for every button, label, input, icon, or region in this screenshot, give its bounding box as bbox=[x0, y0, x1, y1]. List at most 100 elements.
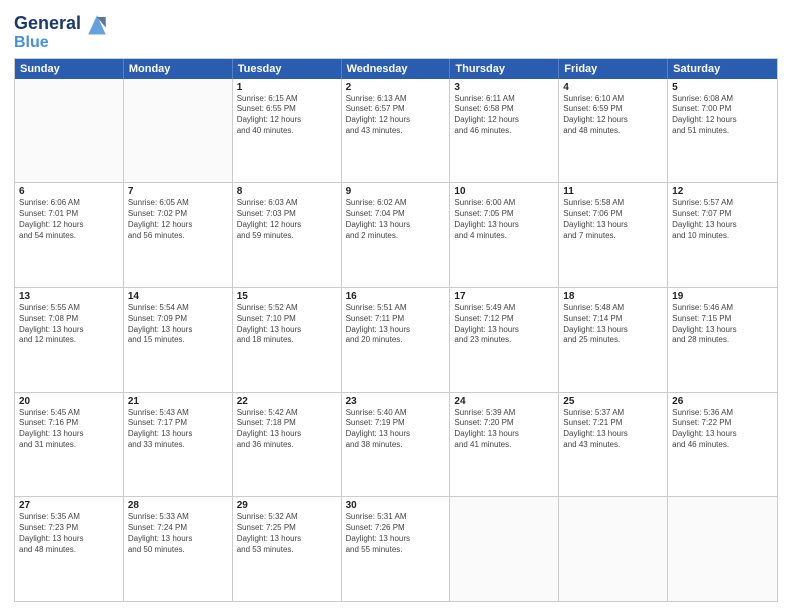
cell-line: and 48 minutes. bbox=[563, 126, 663, 137]
day-header-sunday: Sunday bbox=[15, 59, 124, 79]
cell-line: Sunrise: 6:10 AM bbox=[563, 94, 663, 105]
cell-line: Sunset: 6:59 PM bbox=[563, 104, 663, 115]
cell-line: and 59 minutes. bbox=[237, 231, 337, 242]
cell-line: and 56 minutes. bbox=[128, 231, 228, 242]
day-cell-2: 2Sunrise: 6:13 AMSunset: 6:57 PMDaylight… bbox=[342, 79, 451, 183]
cell-line: Daylight: 13 hours bbox=[672, 429, 773, 440]
cell-line: Daylight: 13 hours bbox=[128, 325, 228, 336]
cell-line: Sunset: 7:21 PM bbox=[563, 418, 663, 429]
cell-line: Sunset: 7:12 PM bbox=[454, 314, 554, 325]
cell-line: and 28 minutes. bbox=[672, 335, 773, 346]
day-number: 7 bbox=[128, 186, 228, 197]
day-header-friday: Friday bbox=[559, 59, 668, 79]
cell-line: Sunset: 7:01 PM bbox=[19, 209, 119, 220]
day-number: 12 bbox=[672, 186, 773, 197]
cell-line: and 36 minutes. bbox=[237, 440, 337, 451]
cell-line: and 50 minutes. bbox=[128, 545, 228, 556]
page: General Blue SundayMondayTuesdayWednesda… bbox=[0, 0, 792, 612]
cell-line: and 7 minutes. bbox=[563, 231, 663, 242]
cell-line: and 2 minutes. bbox=[346, 231, 446, 242]
day-number: 24 bbox=[454, 396, 554, 407]
cell-line: Sunrise: 5:57 AM bbox=[672, 198, 773, 209]
logo: General Blue bbox=[14, 10, 111, 52]
day-cell-7: 7Sunrise: 6:05 AMSunset: 7:02 PMDaylight… bbox=[124, 183, 233, 287]
day-cell-8: 8Sunrise: 6:03 AMSunset: 7:03 PMDaylight… bbox=[233, 183, 342, 287]
cell-line: Sunset: 7:00 PM bbox=[672, 104, 773, 115]
cell-line: Sunrise: 5:40 AM bbox=[346, 408, 446, 419]
day-cell-13: 13Sunrise: 5:55 AMSunset: 7:08 PMDayligh… bbox=[15, 288, 124, 392]
day-number: 8 bbox=[237, 186, 337, 197]
cell-line: Sunrise: 6:15 AM bbox=[237, 94, 337, 105]
day-cell-12: 12Sunrise: 5:57 AMSunset: 7:07 PMDayligh… bbox=[668, 183, 777, 287]
cell-line: Daylight: 13 hours bbox=[672, 220, 773, 231]
cell-line: Daylight: 13 hours bbox=[454, 325, 554, 336]
cell-line: Daylight: 13 hours bbox=[346, 220, 446, 231]
day-number: 28 bbox=[128, 500, 228, 511]
week-row-4: 20Sunrise: 5:45 AMSunset: 7:16 PMDayligh… bbox=[15, 393, 777, 498]
day-cell-17: 17Sunrise: 5:49 AMSunset: 7:12 PMDayligh… bbox=[450, 288, 559, 392]
day-number: 2 bbox=[346, 82, 446, 93]
cell-line: Sunset: 7:15 PM bbox=[672, 314, 773, 325]
cell-line: Sunset: 7:19 PM bbox=[346, 418, 446, 429]
day-cell-15: 15Sunrise: 5:52 AMSunset: 7:10 PMDayligh… bbox=[233, 288, 342, 392]
week-row-1: 1Sunrise: 6:15 AMSunset: 6:55 PMDaylight… bbox=[15, 79, 777, 184]
header: General Blue bbox=[14, 10, 778, 52]
cell-line: and 43 minutes. bbox=[563, 440, 663, 451]
cell-line: and 46 minutes. bbox=[672, 440, 773, 451]
cell-line: Sunset: 7:23 PM bbox=[19, 523, 119, 534]
calendar: SundayMondayTuesdayWednesdayThursdayFrid… bbox=[14, 58, 778, 602]
day-number: 10 bbox=[454, 186, 554, 197]
day-cell-18: 18Sunrise: 5:48 AMSunset: 7:14 PMDayligh… bbox=[559, 288, 668, 392]
logo-text: General bbox=[14, 14, 81, 34]
day-number: 26 bbox=[672, 396, 773, 407]
day-number: 25 bbox=[563, 396, 663, 407]
day-cell-24: 24Sunrise: 5:39 AMSunset: 7:20 PMDayligh… bbox=[450, 393, 559, 497]
day-number: 13 bbox=[19, 291, 119, 302]
day-header-saturday: Saturday bbox=[668, 59, 777, 79]
cell-line: Sunrise: 5:58 AM bbox=[563, 198, 663, 209]
week-row-5: 27Sunrise: 5:35 AMSunset: 7:23 PMDayligh… bbox=[15, 497, 777, 601]
cell-line: Sunset: 7:05 PM bbox=[454, 209, 554, 220]
cell-line: and 40 minutes. bbox=[237, 126, 337, 137]
cell-line: Daylight: 13 hours bbox=[454, 429, 554, 440]
cell-line: Daylight: 13 hours bbox=[563, 325, 663, 336]
empty-cell bbox=[15, 79, 124, 183]
day-cell-22: 22Sunrise: 5:42 AMSunset: 7:18 PMDayligh… bbox=[233, 393, 342, 497]
day-cell-11: 11Sunrise: 5:58 AMSunset: 7:06 PMDayligh… bbox=[559, 183, 668, 287]
cell-line: Daylight: 13 hours bbox=[563, 429, 663, 440]
day-cell-27: 27Sunrise: 5:35 AMSunset: 7:23 PMDayligh… bbox=[15, 497, 124, 601]
day-number: 15 bbox=[237, 291, 337, 302]
day-number: 11 bbox=[563, 186, 663, 197]
cell-line: Sunset: 7:14 PM bbox=[563, 314, 663, 325]
cell-line: Sunrise: 5:33 AM bbox=[128, 512, 228, 523]
day-number: 23 bbox=[346, 396, 446, 407]
cell-line: Sunrise: 6:05 AM bbox=[128, 198, 228, 209]
day-cell-10: 10Sunrise: 6:00 AMSunset: 7:05 PMDayligh… bbox=[450, 183, 559, 287]
day-number: 20 bbox=[19, 396, 119, 407]
cell-line: Daylight: 12 hours bbox=[454, 115, 554, 126]
cell-line: Sunrise: 5:39 AM bbox=[454, 408, 554, 419]
cell-line: Sunrise: 5:36 AM bbox=[672, 408, 773, 419]
day-cell-19: 19Sunrise: 5:46 AMSunset: 7:15 PMDayligh… bbox=[668, 288, 777, 392]
cell-line: and 41 minutes. bbox=[454, 440, 554, 451]
day-cell-29: 29Sunrise: 5:32 AMSunset: 7:25 PMDayligh… bbox=[233, 497, 342, 601]
day-number: 19 bbox=[672, 291, 773, 302]
cell-line: and 38 minutes. bbox=[346, 440, 446, 451]
cell-line: and 18 minutes. bbox=[237, 335, 337, 346]
day-number: 18 bbox=[563, 291, 663, 302]
day-number: 6 bbox=[19, 186, 119, 197]
cell-line: Daylight: 12 hours bbox=[237, 220, 337, 231]
day-cell-26: 26Sunrise: 5:36 AMSunset: 7:22 PMDayligh… bbox=[668, 393, 777, 497]
cell-line: and 46 minutes. bbox=[454, 126, 554, 137]
cell-line: and 53 minutes. bbox=[237, 545, 337, 556]
cell-line: Daylight: 13 hours bbox=[19, 429, 119, 440]
cell-line: Daylight: 13 hours bbox=[19, 534, 119, 545]
day-cell-30: 30Sunrise: 5:31 AMSunset: 7:26 PMDayligh… bbox=[342, 497, 451, 601]
cell-line: Daylight: 13 hours bbox=[237, 325, 337, 336]
cell-line: Daylight: 12 hours bbox=[346, 115, 446, 126]
cell-line: Daylight: 13 hours bbox=[346, 534, 446, 545]
cell-line: Sunrise: 6:06 AM bbox=[19, 198, 119, 209]
cell-line: Daylight: 13 hours bbox=[237, 534, 337, 545]
cell-line: Sunrise: 5:45 AM bbox=[19, 408, 119, 419]
cell-line: Sunset: 7:10 PM bbox=[237, 314, 337, 325]
